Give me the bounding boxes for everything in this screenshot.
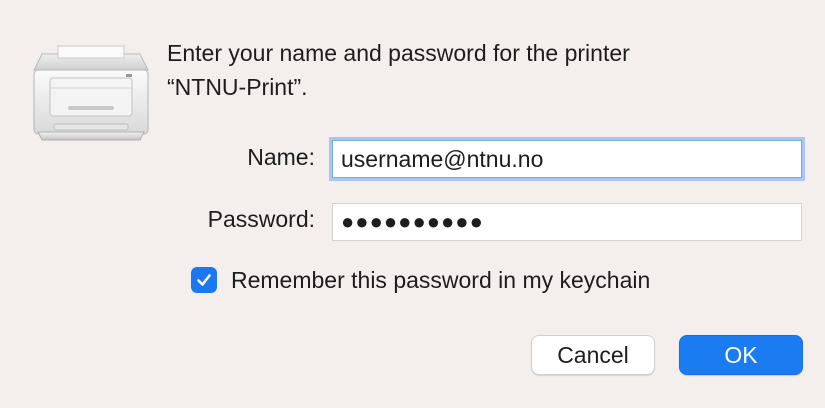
message-line-2: “NTNU-Print”. [167,74,308,100]
name-field[interactable]: username@ntnu.no [332,140,802,178]
remember-password-row[interactable]: Remember this password in my keychain [191,264,650,296]
checkmark-icon [197,274,211,286]
dialog-message: Enter your name and password for the pri… [167,36,787,104]
remember-password-checkbox[interactable] [191,267,217,293]
printer-icon [28,40,154,144]
cancel-button[interactable]: Cancel [531,335,655,375]
printer-auth-dialog: Enter your name and password for the pri… [0,0,825,408]
message-line-1: Enter your name and password for the pri… [167,40,630,66]
password-label: Password: [207,206,315,232]
remember-password-label: Remember this password in my keychain [231,266,651,293]
ok-button[interactable]: OK [679,335,803,375]
name-label: Name: [247,144,315,170]
password-field[interactable]: ●●●●●●●●●● [332,203,802,241]
